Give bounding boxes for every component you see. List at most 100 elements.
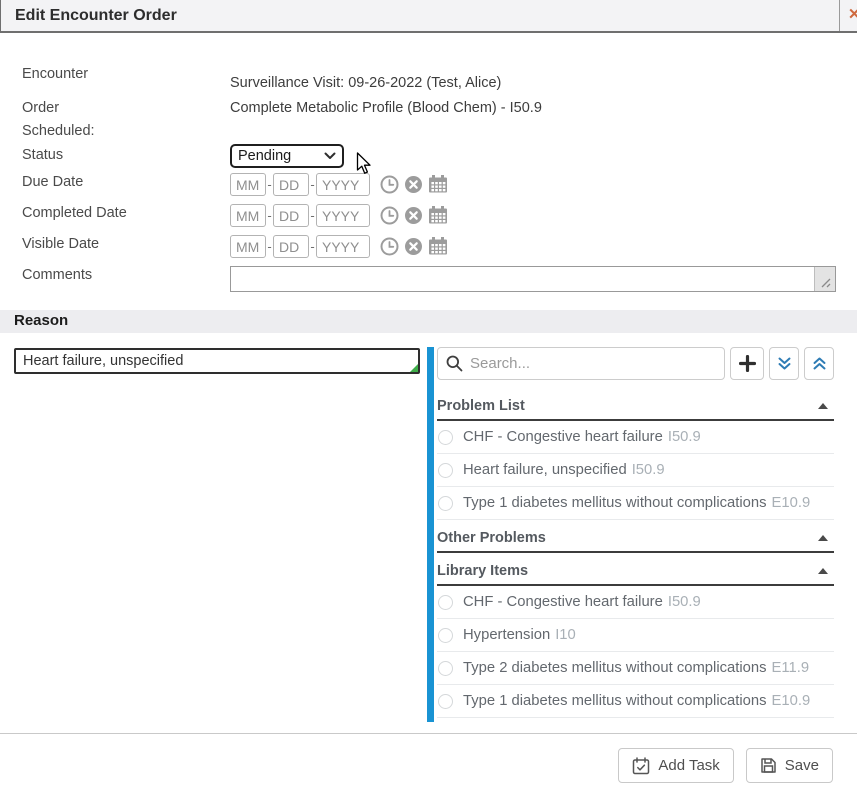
footer-divider xyxy=(0,733,857,734)
radio-icon[interactable] xyxy=(438,496,453,511)
status-selected-value: Pending xyxy=(238,148,291,164)
visible-date-clock-icon[interactable] xyxy=(380,237,399,256)
section-title: Problem List xyxy=(437,398,525,414)
item-text: Type 2 diabetes mellitus without complic… xyxy=(463,660,767,676)
status-label: Status xyxy=(22,147,63,163)
item-text: CHF - Congestive heart failure xyxy=(463,594,663,610)
item-code: I10 xyxy=(555,627,576,643)
due-date-year-input[interactable] xyxy=(316,173,370,196)
triangle-up-icon xyxy=(818,535,828,541)
radio-icon[interactable] xyxy=(438,463,453,478)
add-reason-button[interactable] xyxy=(730,347,764,380)
comments-label: Comments xyxy=(22,267,92,283)
autocomplete-corner-icon xyxy=(410,364,418,372)
item-text: Heart failure, unspecified xyxy=(463,462,627,478)
section-header-library-items[interactable]: Library Items xyxy=(437,553,834,586)
item-text: CHF - Congestive heart failure xyxy=(463,429,663,445)
chevron-down-icon xyxy=(324,152,336,160)
plus-icon xyxy=(739,355,756,372)
list-item[interactable]: CHF - Congestive heart failure I50.9 xyxy=(437,586,834,619)
save-label: Save xyxy=(785,757,819,774)
completed-date-clear-icon[interactable] xyxy=(404,206,423,225)
dialog-titlebar: Edit Encounter Order ✕ xyxy=(0,0,857,33)
order-value: Complete Metabolic Profile (Blood Chem) … xyxy=(230,100,542,116)
search-box xyxy=(437,347,725,380)
list-item[interactable]: Type 1 diabetes mellitus without complic… xyxy=(437,685,834,718)
item-code: E11.9 xyxy=(772,660,810,676)
completed-date-row: - - xyxy=(230,204,448,227)
triangle-up-icon xyxy=(818,568,828,574)
status-select[interactable]: Pending xyxy=(230,144,344,168)
add-task-button[interactable]: Add Task xyxy=(618,748,733,783)
due-date-clock-icon[interactable] xyxy=(380,175,399,194)
reason-section-title: Reason xyxy=(14,312,68,329)
visible-date-clear-icon[interactable] xyxy=(404,237,423,256)
section-header-other-problems[interactable]: Other Problems xyxy=(437,520,834,553)
radio-icon[interactable] xyxy=(438,595,453,610)
section-header-problem-list[interactable]: Problem List xyxy=(437,388,834,421)
item-text: Type 1 diabetes mellitus without complic… xyxy=(463,495,767,511)
date-separator: - xyxy=(266,239,273,254)
visible-date-calendar-icon[interactable] xyxy=(428,237,448,256)
date-separator: - xyxy=(266,208,273,223)
resize-handle-icon[interactable] xyxy=(814,267,835,291)
double-chevron-up-icon xyxy=(812,356,827,371)
reason-input[interactable] xyxy=(14,348,420,374)
list-item[interactable]: CHF - Congestive heart failure I50.9 xyxy=(437,421,834,454)
due-date-calendar-icon[interactable] xyxy=(428,175,448,194)
footer: Add Task Save xyxy=(618,748,833,783)
visible-date-label: Visible Date xyxy=(22,236,99,252)
item-text: Hypertension xyxy=(463,627,550,643)
encounter-label: Encounter xyxy=(22,66,88,82)
close-icon[interactable]: ✕ xyxy=(848,5,857,23)
date-separator: - xyxy=(309,239,316,254)
encounter-value: Surveillance Visit: 09-26-2022 (Test, Al… xyxy=(230,75,501,91)
search-input[interactable] xyxy=(437,347,725,380)
item-code: I50.9 xyxy=(668,429,701,445)
save-button[interactable]: Save xyxy=(746,748,833,783)
add-task-label: Add Task xyxy=(658,757,719,774)
list-item[interactable]: Type 2 diabetes mellitus without complic… xyxy=(437,652,834,685)
comments-field xyxy=(230,266,836,292)
list-item[interactable]: Type 1 diabetes mellitus without complic… xyxy=(437,487,834,520)
titlebar-divider xyxy=(839,0,840,31)
visible-date-day-input[interactable] xyxy=(273,235,309,258)
floppy-disk-icon xyxy=(760,757,777,774)
due-date-month-input[interactable] xyxy=(230,173,266,196)
item-code: I50.9 xyxy=(668,594,701,610)
comments-input[interactable] xyxy=(231,267,835,291)
search-row xyxy=(437,347,834,380)
item-code: E10.9 xyxy=(772,495,811,511)
edit-encounter-order-dialog: Edit Encounter Order ✕ Encounter Surveil… xyxy=(0,0,857,789)
due-date-label: Due Date xyxy=(22,174,83,190)
order-label: Order xyxy=(22,100,59,116)
completed-date-month-input[interactable] xyxy=(230,204,266,227)
completed-date-calendar-icon[interactable] xyxy=(428,206,448,225)
dialog-title: Edit Encounter Order xyxy=(15,7,177,25)
radio-icon[interactable] xyxy=(438,628,453,643)
collapse-all-button[interactable] xyxy=(769,347,799,380)
due-date-clear-icon[interactable] xyxy=(404,175,423,194)
completed-date-year-input[interactable] xyxy=(316,204,370,227)
reason-picker-panel: Problem List CHF - Congestive heart fail… xyxy=(437,347,834,718)
section-title: Other Problems xyxy=(437,530,546,546)
completed-date-day-input[interactable] xyxy=(273,204,309,227)
expand-all-button[interactable] xyxy=(804,347,834,380)
visible-date-year-input[interactable] xyxy=(316,235,370,258)
double-chevron-down-icon xyxy=(777,356,792,371)
date-separator: - xyxy=(309,177,316,192)
radio-icon[interactable] xyxy=(438,661,453,676)
scheduled-label: Scheduled: xyxy=(22,123,95,139)
due-date-day-input[interactable] xyxy=(273,173,309,196)
date-separator: - xyxy=(309,208,316,223)
visible-date-month-input[interactable] xyxy=(230,235,266,258)
radio-icon[interactable] xyxy=(438,430,453,445)
calendar-check-icon xyxy=(632,757,650,775)
list-item[interactable]: Hypertension I10 xyxy=(437,619,834,652)
radio-icon[interactable] xyxy=(438,694,453,709)
item-code: I50.9 xyxy=(632,462,665,478)
list-item[interactable]: Heart failure, unspecified I50.9 xyxy=(437,454,834,487)
search-icon xyxy=(446,355,463,377)
completed-date-clock-icon[interactable] xyxy=(380,206,399,225)
date-separator: - xyxy=(266,177,273,192)
